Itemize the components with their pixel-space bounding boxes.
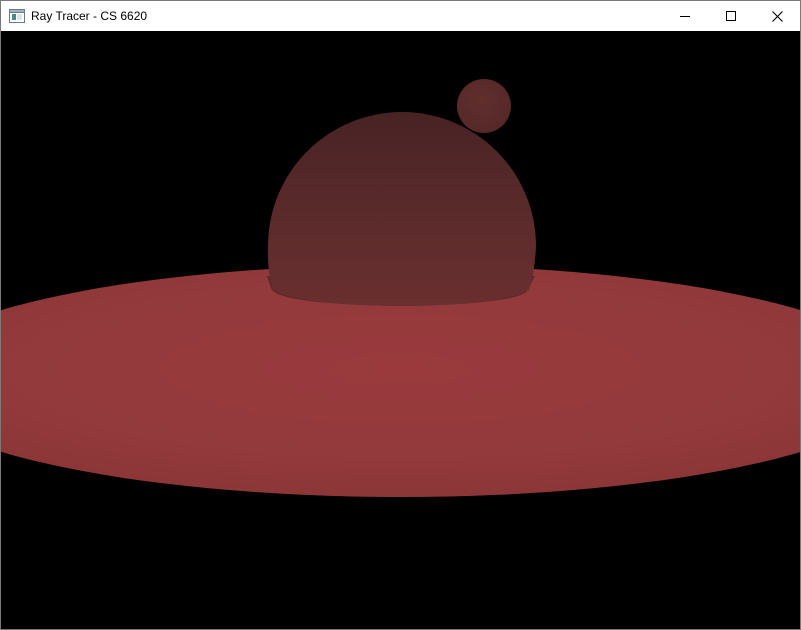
title-bar[interactable]: Ray Tracer - CS 6620	[1, 1, 800, 31]
maximize-icon	[726, 11, 736, 21]
close-icon	[771, 10, 783, 22]
maximize-button[interactable]	[708, 1, 754, 31]
window-title: Ray Tracer - CS 6620	[31, 9, 148, 23]
window-app-icon[interactable]	[9, 9, 25, 23]
minimize-button[interactable]	[662, 1, 708, 31]
close-button[interactable]	[754, 1, 800, 31]
small-sphere	[457, 79, 511, 133]
minimize-icon	[680, 11, 690, 21]
render-viewport	[1, 31, 800, 629]
app-window: Ray Tracer - CS 6620	[0, 0, 801, 630]
rendered-scene	[1, 31, 800, 629]
